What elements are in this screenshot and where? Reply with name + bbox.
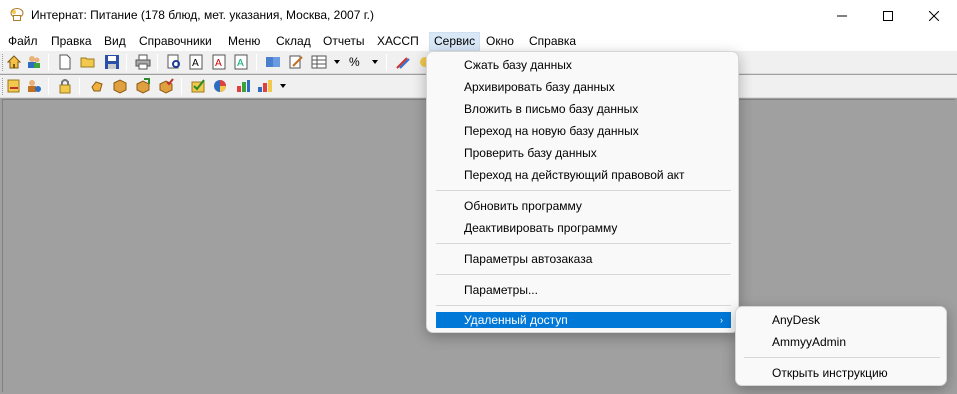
menu-separator [436, 305, 731, 306]
bar-chart-icon[interactable] [257, 78, 273, 94]
maximize-button[interactable] [865, 0, 911, 31]
menu-service[interactable]: Сервис [429, 32, 481, 51]
menu-item-anydesk[interactable]: AnyDesk [744, 309, 940, 331]
edit-document-icon[interactable] [288, 54, 304, 70]
remote-access-submenu: AnyDesk AmmyyAdmin Открыть инструкцию [735, 306, 947, 386]
stacked-chart-icon[interactable] [235, 78, 251, 94]
menu-view[interactable]: Вид [104, 34, 126, 48]
menu-item-remote-access[interactable]: Удаленный доступ › [436, 312, 731, 328]
minimize-icon [837, 15, 847, 16]
chevron-down-icon[interactable] [333, 54, 341, 70]
toolbar-grip[interactable] [2, 54, 4, 71]
text-green-a-icon[interactable]: A [233, 54, 249, 70]
chevron-right-icon: › [720, 315, 723, 325]
toolbar-separator [157, 54, 158, 71]
pencils-icon[interactable] [395, 54, 411, 70]
lock-icon[interactable] [57, 78, 73, 94]
home-icon[interactable] [6, 54, 22, 70]
menu-window[interactable]: Окно [486, 34, 514, 48]
menu-separator [744, 357, 940, 358]
percent-button[interactable]: % [349, 55, 363, 71]
window-title: Интернат: Питание (178 блюд, мет. указан… [31, 8, 374, 22]
toolbar-separator [126, 54, 127, 71]
toolbar-separator [386, 54, 387, 71]
menu-help[interactable]: Справка [529, 34, 576, 48]
close-icon [929, 10, 939, 21]
svg-text:A: A [192, 58, 199, 69]
print-icon[interactable] [135, 54, 151, 70]
menu-item-attach-db-to-email[interactable]: Вложить в письмо базу данных [436, 98, 731, 120]
text-a-icon[interactable]: A [188, 54, 204, 70]
toolbar-separator [48, 54, 49, 71]
pie-chart-icon[interactable] [212, 78, 228, 94]
toolbar-separator [256, 54, 257, 71]
menu-reports[interactable]: Отчеты [323, 34, 364, 48]
menu-item-archive-db[interactable]: Архивировать базу данных [436, 76, 731, 98]
menu-item-switch-to-new-db[interactable]: Переход на новую базу данных [436, 120, 731, 142]
toolbar-separator [79, 78, 80, 95]
menu-separator [436, 243, 731, 244]
menu-haccp[interactable]: ХАССП [377, 34, 419, 48]
maximize-icon [883, 10, 893, 21]
save-icon[interactable] [104, 54, 120, 70]
menu-warehouse[interactable]: Склад [276, 34, 311, 48]
menu-references[interactable]: Справочники [139, 34, 212, 48]
menu-item-label: Удаленный доступ [464, 313, 568, 327]
box-icon[interactable] [112, 78, 128, 94]
menu-item-open-instructions[interactable]: Открыть инструкцию [744, 362, 940, 384]
toolbar-separator [181, 78, 182, 95]
menu-item-autoorder-params[interactable]: Параметры автозаказа [436, 248, 731, 270]
minimize-button[interactable] [819, 0, 865, 31]
users-icon[interactable] [26, 54, 42, 70]
service-dropdown-menu: Сжать базу данных Архивировать базу данн… [426, 51, 739, 333]
menu-separator [436, 190, 731, 191]
svg-text:A: A [237, 58, 244, 69]
open-folder-icon[interactable] [80, 54, 96, 70]
menu-file[interactable]: Файл [8, 34, 38, 48]
menu-edit[interactable]: Правка [51, 34, 92, 48]
title-bar: Интернат: Питание (178 блюд, мет. указан… [0, 0, 957, 31]
text-red-a-icon[interactable]: A [211, 54, 227, 70]
menu-bar: Файл Правка Вид Справочники Меню Склад О… [0, 31, 957, 51]
menu-item-parameters[interactable]: Параметры... [436, 279, 731, 301]
person-settings-icon[interactable] [26, 78, 42, 94]
checklist-icon[interactable] [190, 78, 206, 94]
toolbar-grip[interactable] [2, 78, 4, 95]
menu-separator [436, 274, 731, 275]
hand-icon[interactable] [89, 78, 105, 94]
svg-text:A: A [215, 58, 222, 69]
menu-menu[interactable]: Меню [228, 34, 260, 48]
app-window: Интернат: Питание (178 блюд, мет. указан… [0, 0, 957, 394]
menu-item-deactivate-program[interactable]: Деактивировать программу [436, 217, 731, 239]
menu-item-ammyyadmin[interactable]: AmmyyAdmin [744, 331, 940, 353]
new-document-icon[interactable] [57, 54, 73, 70]
toolbar-separator [48, 78, 49, 95]
menu-item-switch-to-legal-act[interactable]: Переход на действующий правовой акт [436, 164, 731, 186]
export-icon[interactable] [6, 78, 22, 94]
menu-item-check-db[interactable]: Проверить базу данных [436, 142, 731, 164]
chef-hat-app-icon [10, 8, 24, 21]
chevron-down-icon[interactable] [279, 78, 287, 94]
chevron-down-icon[interactable] [371, 54, 379, 70]
close-button[interactable] [911, 0, 957, 31]
box-arrow-icon[interactable] [135, 78, 151, 94]
book-icon[interactable] [265, 54, 281, 70]
menu-item-compress-db[interactable]: Сжать базу данных [436, 54, 731, 76]
menu-item-update-program[interactable]: Обновить программу [436, 195, 731, 217]
table-icon[interactable] [311, 54, 327, 70]
box-check-icon[interactable] [158, 78, 174, 94]
find-document-icon[interactable] [166, 54, 182, 70]
